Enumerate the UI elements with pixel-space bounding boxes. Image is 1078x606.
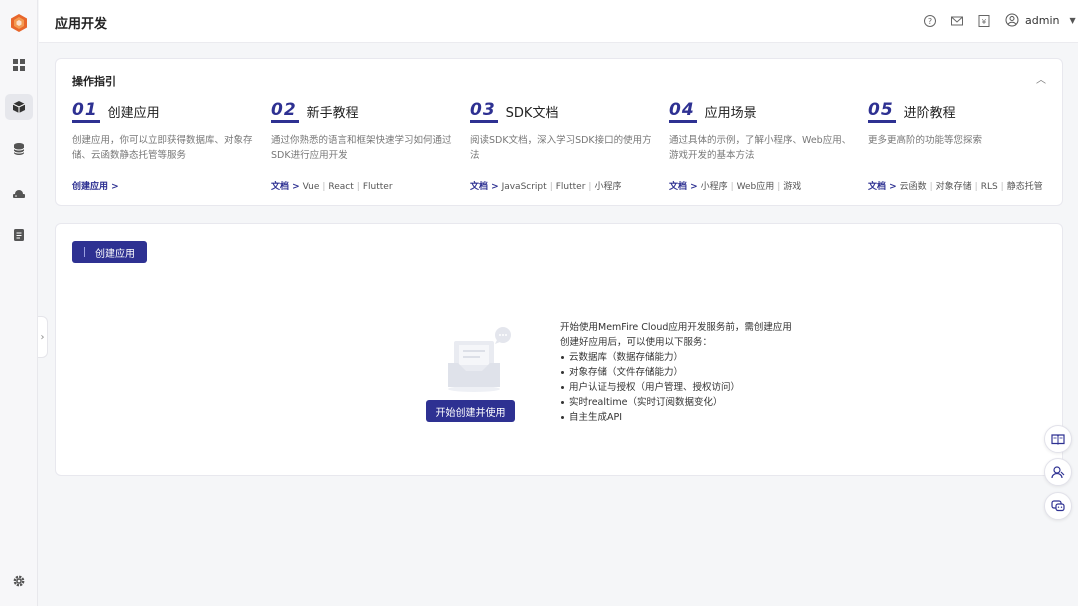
user-avatar-icon: [1005, 13, 1019, 27]
step-name: 新手教程: [306, 106, 359, 121]
docs-link[interactable]: 文档 >: [669, 182, 698, 192]
sidebar-item-dashboard[interactable]: [5, 52, 33, 78]
cloud-drive-icon: [13, 190, 25, 198]
list-item: 用户认证与授权（用户管理、授权访问）: [560, 380, 800, 395]
sidebar-expand-toggle[interactable]: ›: [38, 316, 48, 358]
empty-box-illustration: [448, 327, 511, 392]
sidebar-item-app-dev[interactable]: [5, 94, 33, 120]
step-description: 更多更高阶的功能等您探索: [868, 135, 983, 146]
step-description: 创建应用，你可以立即获得数据库、对象存储、云函数静态托管等服务: [72, 135, 253, 161]
divider-bar: [84, 247, 85, 257]
docs-link[interactable]: 文档 >: [271, 182, 300, 192]
gear-icon: [13, 575, 25, 587]
chevron-up-icon[interactable]: ︿: [1036, 71, 1046, 86]
mail-icon[interactable]: [950, 14, 964, 28]
step-name: 应用场景: [704, 106, 757, 121]
grid-icon: [13, 59, 25, 71]
step-links-1: 创建应用 >: [72, 179, 119, 192]
sidebar-item-database[interactable]: [5, 136, 33, 162]
step-number: 04: [669, 101, 697, 123]
step-links-2: 文档 > Vue | React | Flutter: [271, 182, 393, 192]
document-icon: [14, 229, 24, 241]
top-header: 应用开发 ? ¥ admin ▼: [39, 0, 1078, 43]
service-list: 云数据库（数据存储能力） 对象存储（文件存储能力） 用户认证与授权（用户管理、授…: [560, 350, 800, 425]
app-list-panel: 创建应用 开始创建并使用 开始使用MemFire Cloud应用开发服务前，需创…: [55, 223, 1063, 476]
create-app-button[interactable]: 创建应用: [72, 241, 147, 263]
step-name: SDK文档: [505, 106, 559, 121]
list-item: 云数据库（数据存储能力）: [560, 350, 800, 365]
list-item: 对象存储（文件存储能力）: [560, 365, 800, 380]
step-description: 通过你熟悉的语言和框架快速学习如何通过SDK进行应用开发: [271, 135, 452, 161]
step-name: 创建应用: [107, 106, 160, 121]
web-app-link[interactable]: Web应用: [737, 182, 775, 192]
user-name: admin: [1025, 13, 1060, 27]
docs-link[interactable]: 文档 >: [470, 182, 499, 192]
step-number: 01: [72, 101, 100, 123]
service-intro: 开始使用MemFire Cloud应用开发服务前，需创建应用 创建好应用后，可以…: [560, 320, 800, 425]
billing-icon[interactable]: ¥: [977, 14, 991, 28]
flutter-link[interactable]: Flutter: [363, 182, 393, 192]
sidebar-item-cloud[interactable]: [5, 180, 33, 206]
vue-link[interactable]: Vue: [303, 182, 320, 192]
chevron-right-icon: ›: [40, 331, 45, 343]
sidebar-item-settings[interactable]: [5, 568, 33, 594]
database-icon: [13, 143, 25, 155]
step-description: 通过具体的示例，了解小程序、Web应用、游戏开发的基本方法: [669, 135, 852, 161]
guide-step-3: 03 SDK文档 阅读SDK文档，深入学习SDK接口的使用方法: [470, 97, 655, 165]
page-title: 应用开发: [55, 17, 108, 32]
docs-float-button[interactable]: [1044, 425, 1072, 453]
support-float-button[interactable]: [1044, 458, 1072, 486]
static-hosting-link[interactable]: 静态托管: [1007, 182, 1043, 192]
react-link[interactable]: React: [328, 182, 353, 192]
intro-line-1: 开始使用MemFire Cloud应用开发服务前，需创建应用: [560, 322, 792, 333]
svg-text:?: ?: [928, 17, 932, 26]
step-number: 03: [470, 101, 498, 123]
game-link[interactable]: 游戏: [783, 182, 801, 192]
docs-link[interactable]: 文档 >: [868, 182, 897, 192]
flutter-link[interactable]: Flutter: [556, 182, 586, 192]
cloud-function-link[interactable]: 云函数: [900, 182, 927, 192]
intro-line-2: 创建好应用后，可以使用以下服务：: [560, 337, 713, 348]
chat-icon: [1051, 500, 1065, 512]
feedback-float-button[interactable]: [1044, 492, 1072, 520]
step-links-4: 文档 > 小程序 | Web应用 | 游戏: [669, 182, 802, 192]
help-icon[interactable]: ?: [923, 14, 937, 28]
start-create-button[interactable]: 开始创建并使用: [426, 400, 515, 422]
javascript-link[interactable]: JavaScript: [502, 182, 547, 192]
step-number: 02: [271, 101, 299, 123]
guide-step-1: 01 创建应用 创建应用，你可以立即获得数据库、对象存储、云函数静态托管等服务: [72, 97, 257, 165]
guide-step-5: 05 进阶教程 更多更高阶的功能等您探索: [868, 97, 1053, 165]
list-item: 自主生成API: [560, 410, 800, 425]
book-icon: [1051, 434, 1065, 445]
guide-step-4: 04 应用场景 通过具体的示例，了解小程序、Web应用、游戏开发的基本方法: [669, 97, 854, 165]
step-links-3: 文档 > JavaScript | Flutter | 小程序: [470, 182, 622, 192]
customer-service-icon: [1051, 466, 1065, 479]
list-item: 实时realtime（实时订阅数据变化）: [560, 395, 800, 410]
rls-link[interactable]: RLS: [981, 182, 998, 192]
step-name: 进阶教程: [903, 106, 956, 121]
miniprogram-link[interactable]: 小程序: [594, 182, 621, 192]
guide-step-2: 02 新手教程 通过你熟悉的语言和框架快速学习如何通过SDK进行应用开发: [271, 97, 456, 165]
miniprogram-link[interactable]: 小程序: [701, 182, 728, 192]
guide-panel: 操作指引 ︿ 01 创建应用 创建应用，你可以立即获得数据库、对象存储、云函数静态…: [55, 58, 1063, 206]
create-app-link[interactable]: 创建应用 >: [72, 182, 119, 192]
sidebar-item-docs[interactable]: [5, 222, 33, 248]
object-storage-link[interactable]: 对象存储: [936, 182, 972, 192]
app-logo-icon[interactable]: [9, 13, 29, 33]
step-number: 05: [868, 101, 896, 123]
svg-text:¥: ¥: [982, 18, 987, 26]
sidebar: [0, 0, 38, 606]
chevron-down-icon: ▼: [1069, 15, 1076, 25]
user-menu[interactable]: admin ▼: [1005, 13, 1076, 27]
create-app-label: 创建应用: [95, 248, 135, 260]
guide-title: 操作指引: [72, 75, 116, 88]
step-description: 阅读SDK文档，深入学习SDK接口的使用方法: [470, 135, 652, 161]
step-links-5: 文档 > 云函数 | 对象存储 | RLS | 静态托管: [868, 182, 1043, 192]
cube-icon: [12, 101, 26, 113]
